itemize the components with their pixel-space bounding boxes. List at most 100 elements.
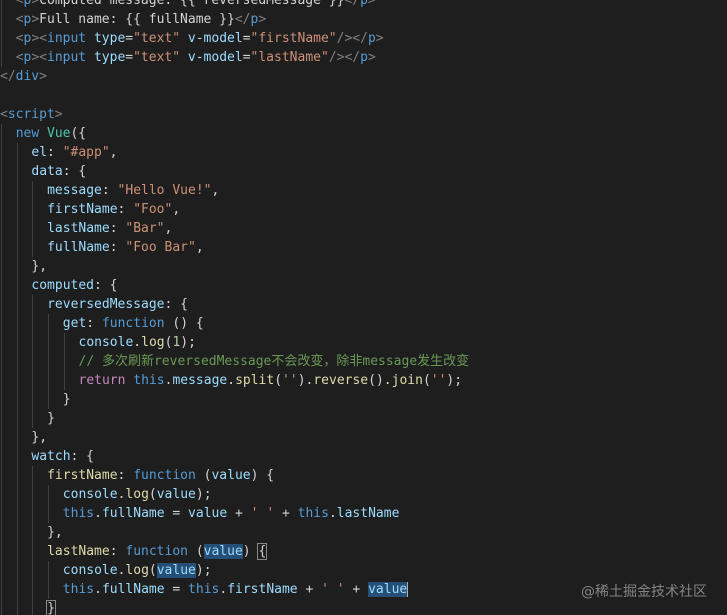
- code-token: .: [94, 582, 102, 597]
- code-line[interactable]: <p>Full name: {{ fullName }}</p>: [0, 10, 727, 29]
- code-token: (: [422, 373, 431, 388]
- code-line[interactable]: </div>: [0, 67, 727, 86]
- code-token: function: [125, 544, 188, 559]
- code-token: },: [31, 430, 48, 445]
- code-line-content: message: "Hello Vue!",: [0, 181, 219, 200]
- code-token: new: [15, 126, 40, 141]
- code-line-content: }: [0, 390, 71, 409]
- code-token: : {: [62, 164, 87, 179]
- code-token: "firstName": [250, 31, 337, 46]
- code-token: ({: [70, 126, 87, 141]
- code-token: </: [234, 12, 251, 27]
- code-token: console: [62, 563, 118, 578]
- code-line[interactable]: firstName: function (value) {: [0, 466, 727, 485]
- code-line-content: computed: {: [0, 276, 117, 295]
- code-line-content: <p>Computed message: {{ reversedMessage …: [0, 0, 376, 10]
- code-token: },: [31, 259, 48, 274]
- code-line-content: console.log(value);: [0, 485, 212, 504]
- code-line-content: data: {: [0, 162, 86, 181]
- code-line[interactable]: console.log(value);: [0, 561, 727, 580]
- code-line[interactable]: message: "Hello Vue!",: [0, 181, 727, 200]
- code-token: ' ': [250, 506, 275, 521]
- code-token: p: [367, 31, 376, 46]
- code-line[interactable]: reversedMessage: {: [0, 295, 727, 314]
- code-area[interactable]: <p>Computed message: {{ reversedMessage …: [0, 0, 727, 615]
- code-line[interactable]: }: [0, 390, 727, 409]
- code-token: (: [274, 373, 283, 388]
- code-line[interactable]: new Vue({: [0, 124, 727, 143]
- code-token: ) {: [250, 468, 275, 483]
- code-editor[interactable]: <p>Computed message: {{ reversedMessage …: [0, 0, 727, 615]
- code-line[interactable]: // 多次刷新reversedMessage不会改变，除非message发生改变: [0, 352, 727, 371]
- code-token: :: [109, 544, 126, 559]
- code-token: +: [227, 506, 251, 521]
- code-token: "Hello Vue!": [117, 183, 212, 198]
- code-token: "text": [133, 50, 181, 65]
- code-line[interactable]: this.fullName = value + ' ' + this.lastN…: [0, 504, 727, 523]
- code-line[interactable]: computed: {: [0, 276, 727, 295]
- code-token: }: [47, 411, 55, 426]
- code-token: +: [344, 582, 369, 597]
- code-line[interactable]: }: [0, 599, 727, 615]
- code-line[interactable]: fullName: "Foo Bar",: [0, 238, 727, 257]
- code-token: .: [219, 582, 228, 597]
- code-token: type: [93, 31, 126, 46]
- code-line[interactable]: }: [0, 409, 727, 428]
- code-token: v-model: [187, 50, 243, 65]
- code-line[interactable]: watch: {: [0, 447, 727, 466]
- code-line[interactable]: <p>Computed message: {{ reversedMessage …: [0, 0, 727, 10]
- code-line[interactable]: [0, 86, 727, 105]
- code-line[interactable]: lastName: "Bar",: [0, 219, 727, 238]
- code-token: value: [156, 563, 196, 578]
- code-line-content: }: [0, 599, 56, 615]
- code-token: .: [328, 506, 337, 521]
- code-token: : {: [70, 449, 95, 464]
- code-line[interactable]: el: "#app",: [0, 143, 727, 162]
- code-token: Vue: [47, 126, 71, 141]
- code-token: ,: [195, 240, 204, 255]
- code-token: "lastName": [250, 50, 329, 65]
- code-line[interactable]: lastName: function (value) {: [0, 542, 727, 561]
- code-token: ,: [172, 202, 181, 217]
- code-token: >: [39, 69, 47, 84]
- code-token: >: [31, 0, 40, 8]
- code-token: "Bar": [125, 221, 165, 236]
- code-line[interactable]: <p><input type="text" v-model="lastName"…: [0, 48, 727, 67]
- code-token: input: [47, 31, 87, 46]
- code-line-content: reversedMessage: {: [0, 295, 188, 314]
- code-token: function: [133, 468, 196, 483]
- code-line[interactable]: return this.message.split('').reverse().…: [0, 371, 727, 390]
- code-token: log: [125, 563, 149, 578]
- code-token: ><: [31, 31, 47, 46]
- code-line-content: // 多次刷新reversedMessage不会改变，除非message发生改变: [0, 352, 470, 371]
- code-line[interactable]: firstName: "Foo",: [0, 200, 727, 219]
- code-token: "#app": [62, 145, 110, 160]
- code-line[interactable]: console.log(1);: [0, 333, 727, 352]
- code-token: reversedMessage: [47, 297, 165, 312]
- code-line[interactable]: },: [0, 428, 727, 447]
- code-line[interactable]: },: [0, 523, 727, 542]
- code-token: >: [54, 107, 63, 122]
- code-token: script: [7, 107, 55, 122]
- code-token: get: [62, 316, 87, 331]
- code-token: .: [133, 335, 142, 350]
- code-token: }: [46, 600, 56, 615]
- code-token: message: [172, 373, 228, 388]
- code-line-content: </div>: [0, 67, 47, 86]
- code-line-content: lastName: function (value) {: [0, 542, 268, 561]
- code-token: <: [15, 0, 24, 8]
- code-line[interactable]: console.log(value);: [0, 485, 727, 504]
- code-token: (: [148, 487, 157, 502]
- code-line[interactable]: data: {: [0, 162, 727, 181]
- code-token: =: [242, 50, 251, 65]
- code-line[interactable]: <script>: [0, 105, 727, 124]
- code-token: : {: [164, 297, 188, 312]
- code-token: }: [62, 392, 71, 407]
- code-token: .: [227, 373, 236, 388]
- code-line[interactable]: },: [0, 257, 727, 276]
- code-line[interactable]: get: function () {: [0, 314, 727, 333]
- code-line[interactable]: <p><input type="text" v-model="firstName…: [0, 29, 727, 48]
- code-token: value: [203, 544, 243, 559]
